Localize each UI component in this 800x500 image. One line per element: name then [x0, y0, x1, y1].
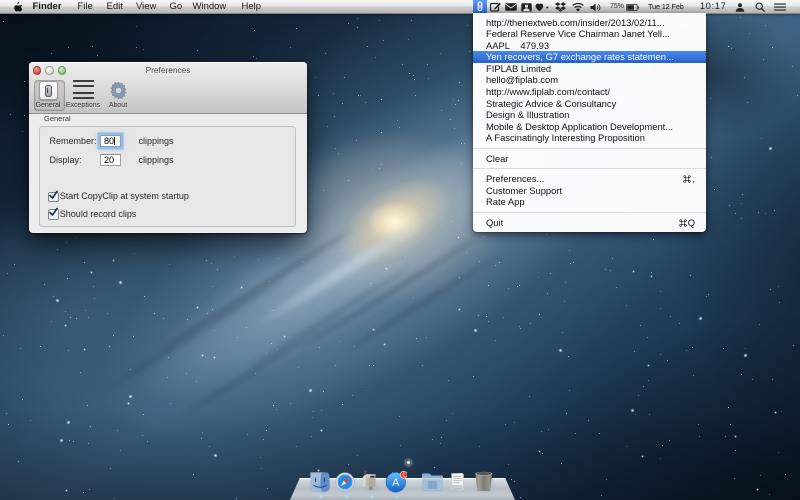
- svg-text:1: 1: [402, 472, 405, 478]
